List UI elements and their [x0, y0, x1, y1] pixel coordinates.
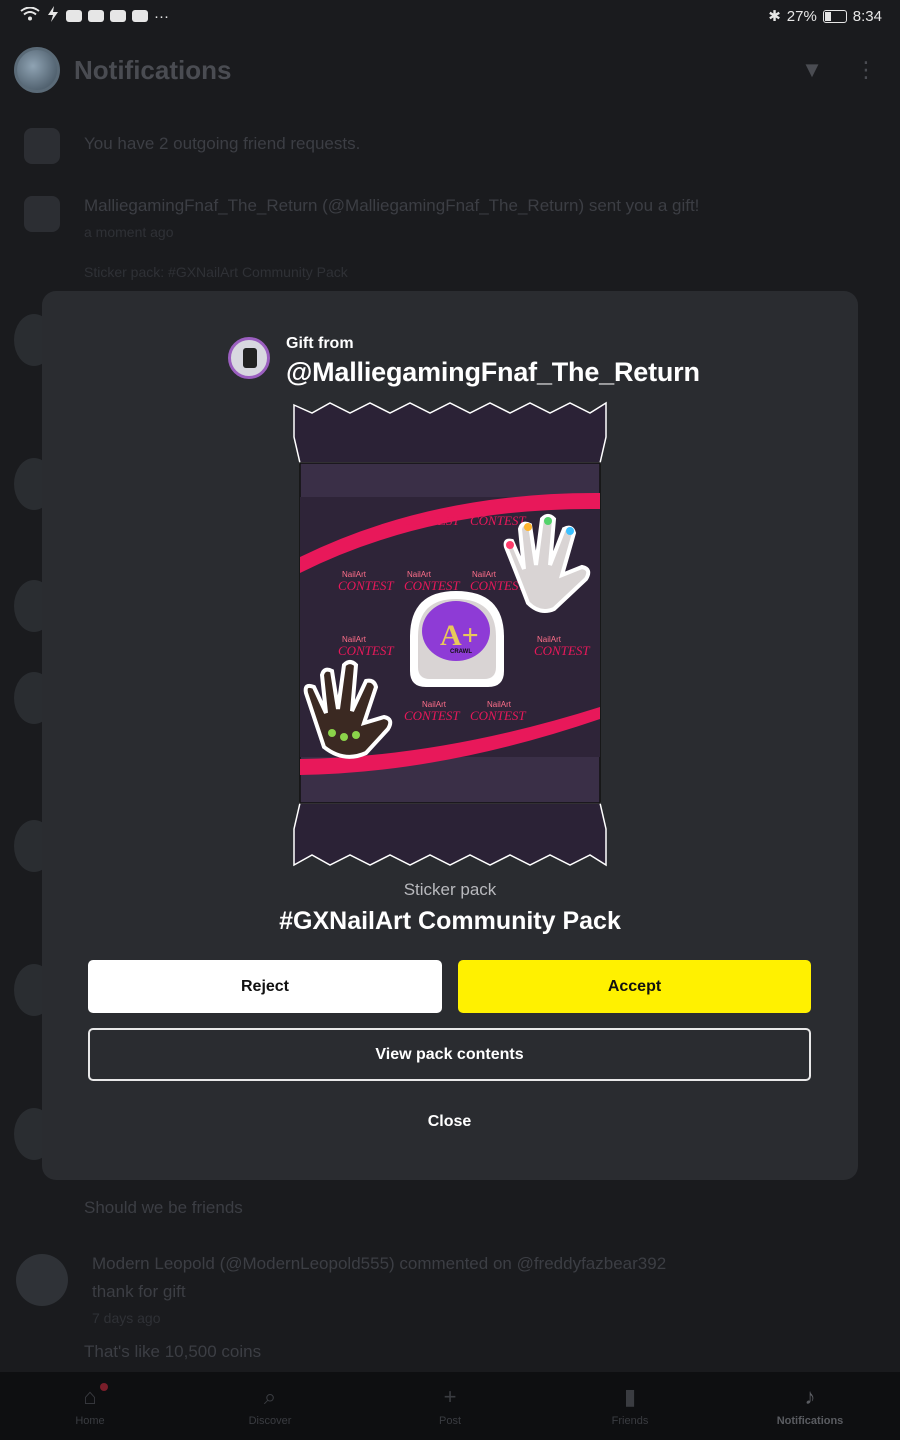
app-header: Notifications ▼ ⋮ — [0, 32, 900, 108]
nav-label: Discover — [248, 1415, 292, 1427]
app-icon-4 — [132, 10, 148, 22]
battery-percent: 27% — [786, 7, 817, 25]
pack-contest-text: CONTEST — [404, 513, 460, 528]
pack-name: #GXNailArt Community Pack — [279, 907, 621, 935]
chat-icon: ▮ — [623, 1384, 637, 1409]
list-item[interactable]: MalliegamingFnaf_The_Return (@Malliegami… — [0, 196, 900, 280]
pack-contest-text: CONTEST — [470, 513, 526, 528]
giver-handle: @MalliegamingFnaf_The_Return — [286, 357, 700, 387]
pack-contest-text: CONTEST — [470, 708, 526, 723]
bottom-nav: ⌂ Home ⌕ Discover + Post ▮ Friends ♪ Not… — [0, 1372, 900, 1440]
plus-icon: + — [443, 1384, 457, 1409]
status-right: ✱ 27% 8:34 — [768, 7, 882, 26]
pack-type-label: Sticker pack — [403, 880, 497, 899]
more-options-icon[interactable]: ⋮ — [846, 57, 886, 83]
gift-from-header: Gift from @MalliegamingFnaf_The_Return — [228, 333, 700, 388]
app-icon-2 — [88, 10, 104, 22]
status-left: ··· — [20, 6, 169, 26]
more-notifications-indicator: ··· — [154, 7, 169, 25]
pack-contest-text: CONTEST — [338, 578, 394, 593]
notification-text: Should we be friends — [84, 1198, 243, 1217]
list-item[interactable]: That's like 10,500 coins — [0, 1342, 900, 1362]
notification-detail: Sticker pack: #GXNailArt Community Pack — [84, 264, 348, 280]
unread-dot — [100, 1383, 108, 1391]
nav-label: Post — [438, 1415, 461, 1427]
pack-contest-text: CONTEST — [404, 578, 460, 593]
nav-home[interactable]: ⌂ Home — [30, 1383, 150, 1427]
comment-text: thank for gift — [92, 1282, 186, 1301]
notification-text: You have 2 outgoing friend requests. — [84, 134, 361, 153]
app-icon-3 — [110, 10, 126, 22]
notification-time: 7 days ago — [92, 1310, 161, 1326]
nav-notifications[interactable]: ♪ Notifications — [750, 1384, 870, 1428]
charging-icon — [46, 6, 60, 26]
badge-letter: A+ — [440, 619, 479, 652]
pack-contest-text: CONTEST — [338, 643, 394, 658]
app-icon-1 — [66, 10, 82, 22]
wifi-icon — [20, 6, 40, 25]
reject-button[interactable]: Reject — [88, 960, 442, 1013]
nav-friends[interactable]: ▮ Friends — [570, 1384, 690, 1428]
friend-requests-icon — [24, 128, 60, 164]
nav-label: Home — [75, 1415, 105, 1427]
sticker-pack-image: NailArt NailArt NailArt NailArt NailArt … — [293, 401, 607, 867]
list-item[interactable]: Modern Leopold (@ModernLeopold555) comme… — [0, 1254, 900, 1326]
page-title: Notifications — [74, 54, 232, 85]
nav-label: Notifications — [776, 1415, 844, 1427]
nav-post[interactable]: + Post — [390, 1384, 510, 1428]
a-plus-badge: A+ CRAWL — [410, 591, 504, 687]
gift-from-label: Gift from — [286, 335, 354, 352]
gift-icon — [24, 196, 60, 232]
pack-contest-text: CONTEST — [404, 708, 460, 723]
notification-text: That's like 10,500 coins — [84, 1342, 262, 1361]
pack-contest-text: CONTEST — [534, 643, 590, 658]
notification-text: Modern Leopold (@ModernLeopold555) comme… — [92, 1254, 667, 1273]
bluetooth-icon: ✱ — [768, 8, 781, 25]
giver-avatar — [228, 337, 270, 379]
bell-icon: ♪ — [804, 1384, 816, 1409]
filter-icon[interactable]: ▼ — [792, 57, 832, 83]
profile-avatar[interactable] — [14, 47, 60, 93]
nav-discover[interactable]: ⌕ Discover — [210, 1384, 330, 1428]
search-icon: ⌕ — [263, 1384, 277, 1409]
list-item[interactable]: Should we be friends — [0, 1198, 900, 1218]
view-pack-contents-button[interactable]: View pack contents — [88, 1028, 811, 1081]
nav-label: Friends — [611, 1415, 649, 1427]
home-icon: ⌂ — [83, 1384, 97, 1409]
status-bar: ··· ✱ 27% 8:34 — [0, 0, 900, 32]
list-item[interactable]: You have 2 outgoing friend requests. — [0, 128, 900, 164]
gift-modal: Gift from @MalliegamingFnaf_The_Return N… — [42, 291, 858, 1180]
clock-time: 8:34 — [852, 7, 882, 25]
battery-icon — [822, 9, 847, 23]
accept-button[interactable]: Accept — [458, 960, 811, 1013]
close-button[interactable]: Close — [88, 1097, 811, 1147]
notification-time: a moment ago — [84, 224, 174, 240]
badge-subtext: CRAWL — [450, 649, 472, 655]
notification-text: MalliegamingFnaf_The_Return (@Malliegami… — [84, 196, 700, 215]
avatar[interactable] — [16, 1254, 68, 1306]
